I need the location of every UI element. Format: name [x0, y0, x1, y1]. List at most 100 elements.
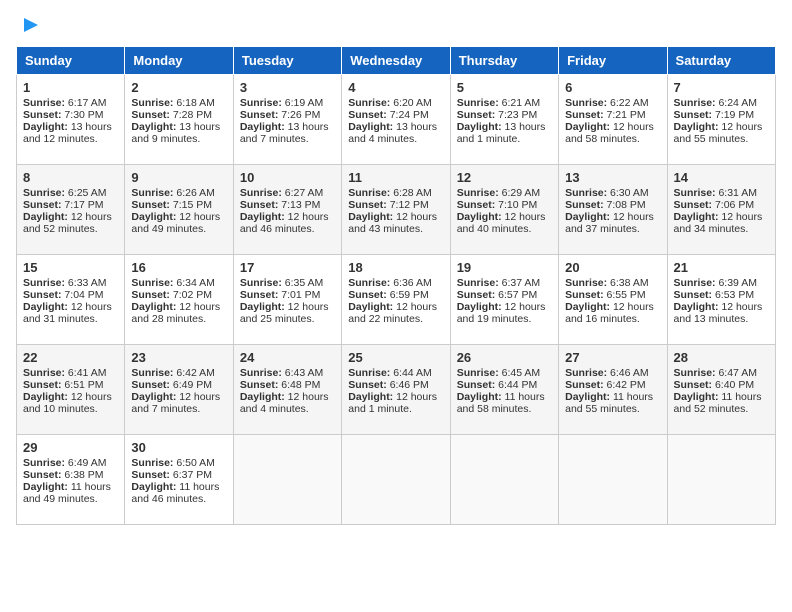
- day-info: Sunset: 7:10 PM: [457, 199, 552, 211]
- day-info: Sunset: 6:42 PM: [565, 379, 660, 391]
- calendar-cell: 12Sunrise: 6:29 AMSunset: 7:10 PMDayligh…: [450, 165, 558, 255]
- day-number: 12: [457, 170, 552, 185]
- day-info: Daylight: 12 hours and 7 minutes.: [131, 391, 226, 415]
- calendar-week-4: 22Sunrise: 6:41 AMSunset: 6:51 PMDayligh…: [17, 345, 776, 435]
- day-info: Sunrise: 6:36 AM: [348, 277, 443, 289]
- day-info: Sunrise: 6:30 AM: [565, 187, 660, 199]
- day-info: Daylight: 12 hours and 28 minutes.: [131, 301, 226, 325]
- calendar-cell: 27Sunrise: 6:46 AMSunset: 6:42 PMDayligh…: [559, 345, 667, 435]
- day-info: Daylight: 11 hours and 58 minutes.: [457, 391, 552, 415]
- day-number: 1: [23, 80, 118, 95]
- day-info: Sunset: 7:15 PM: [131, 199, 226, 211]
- day-info: Sunrise: 6:43 AM: [240, 367, 335, 379]
- day-info: Sunrise: 6:21 AM: [457, 97, 552, 109]
- day-info: Sunset: 6:49 PM: [131, 379, 226, 391]
- day-info: Daylight: 11 hours and 55 minutes.: [565, 391, 660, 415]
- day-info: Sunset: 7:02 PM: [131, 289, 226, 301]
- day-info: Sunrise: 6:35 AM: [240, 277, 335, 289]
- day-info: Sunset: 7:08 PM: [565, 199, 660, 211]
- day-info: Sunset: 7:26 PM: [240, 109, 335, 121]
- day-number: 29: [23, 440, 118, 455]
- day-number: 19: [457, 260, 552, 275]
- page-header: [16, 16, 776, 36]
- day-info: Sunrise: 6:19 AM: [240, 97, 335, 109]
- day-info: Sunset: 6:38 PM: [23, 469, 118, 481]
- day-info: Daylight: 12 hours and 49 minutes.: [131, 211, 226, 235]
- calendar-cell: [559, 435, 667, 525]
- day-info: Sunrise: 6:18 AM: [131, 97, 226, 109]
- calendar-cell: 18Sunrise: 6:36 AMSunset: 6:59 PMDayligh…: [342, 255, 450, 345]
- day-info: Sunrise: 6:28 AM: [348, 187, 443, 199]
- calendar-cell: 3Sunrise: 6:19 AMSunset: 7:26 PMDaylight…: [233, 75, 341, 165]
- day-info: Daylight: 11 hours and 49 minutes.: [23, 481, 118, 505]
- day-info: Sunset: 6:37 PM: [131, 469, 226, 481]
- day-info: Daylight: 13 hours and 1 minute.: [457, 121, 552, 145]
- calendar-cell: 28Sunrise: 6:47 AMSunset: 6:40 PMDayligh…: [667, 345, 775, 435]
- day-info: Sunrise: 6:25 AM: [23, 187, 118, 199]
- day-info: Daylight: 11 hours and 52 minutes.: [674, 391, 769, 415]
- day-number: 20: [565, 260, 660, 275]
- day-info: Sunrise: 6:26 AM: [131, 187, 226, 199]
- calendar-table: SundayMondayTuesdayWednesdayThursdayFrid…: [16, 46, 776, 525]
- day-number: 9: [131, 170, 226, 185]
- day-info: Sunrise: 6:49 AM: [23, 457, 118, 469]
- day-number: 10: [240, 170, 335, 185]
- calendar-cell: 5Sunrise: 6:21 AMSunset: 7:23 PMDaylight…: [450, 75, 558, 165]
- day-info: Sunrise: 6:44 AM: [348, 367, 443, 379]
- day-info: Sunrise: 6:24 AM: [674, 97, 769, 109]
- weekday-header-thursday: Thursday: [450, 47, 558, 75]
- day-info: Daylight: 13 hours and 12 minutes.: [23, 121, 118, 145]
- day-info: Sunrise: 6:27 AM: [240, 187, 335, 199]
- calendar-cell: 21Sunrise: 6:39 AMSunset: 6:53 PMDayligh…: [667, 255, 775, 345]
- calendar-cell: 9 Sunrise: 6:26 AMSunset: 7:15 PMDaylight…: [125, 165, 233, 255]
- calendar-cell: 20Sunrise: 6:38 AMSunset: 6:55 PMDayligh…: [559, 255, 667, 345]
- day-info: Sunrise: 6:41 AM: [23, 367, 118, 379]
- calendar-cell: 11Sunrise: 6:28 AMSunset: 7:12 PMDayligh…: [342, 165, 450, 255]
- calendar-week-1: 1Sunrise: 6:17 AMSunset: 7:30 PMDaylight…: [17, 75, 776, 165]
- day-number: 23: [131, 350, 226, 365]
- day-info: Daylight: 12 hours and 13 minutes.: [674, 301, 769, 325]
- day-info: Sunset: 6:59 PM: [348, 289, 443, 301]
- weekday-header-tuesday: Tuesday: [233, 47, 341, 75]
- day-info: Sunrise: 6:47 AM: [674, 367, 769, 379]
- calendar-cell: 2Sunrise: 6:18 AMSunset: 7:28 PMDaylight…: [125, 75, 233, 165]
- day-number: 18: [348, 260, 443, 275]
- day-number: 7: [674, 80, 769, 95]
- day-info: Sunrise: 6:37 AM: [457, 277, 552, 289]
- calendar-cell: [342, 435, 450, 525]
- day-number: 17: [240, 260, 335, 275]
- calendar-cell: [667, 435, 775, 525]
- day-number: 6: [565, 80, 660, 95]
- day-number: 25: [348, 350, 443, 365]
- calendar-week-5: 29Sunrise: 6:49 AMSunset: 6:38 PMDayligh…: [17, 435, 776, 525]
- calendar-cell: 16Sunrise: 6:34 AMSunset: 7:02 PMDayligh…: [125, 255, 233, 345]
- day-info: Sunrise: 6:42 AM: [131, 367, 226, 379]
- day-info: Daylight: 11 hours and 46 minutes.: [131, 481, 226, 505]
- calendar-cell: 7Sunrise: 6:24 AMSunset: 7:19 PMDaylight…: [667, 75, 775, 165]
- day-info: Daylight: 12 hours and 16 minutes.: [565, 301, 660, 325]
- calendar-cell: 4Sunrise: 6:20 AMSunset: 7:24 PMDaylight…: [342, 75, 450, 165]
- day-info: Sunrise: 6:45 AM: [457, 367, 552, 379]
- weekday-header-monday: Monday: [125, 47, 233, 75]
- weekday-header-saturday: Saturday: [667, 47, 775, 75]
- calendar-week-3: 15Sunrise: 6:33 AMSunset: 7:04 PMDayligh…: [17, 255, 776, 345]
- day-number: 16: [131, 260, 226, 275]
- day-info: Sunrise: 6:29 AM: [457, 187, 552, 199]
- day-info: Sunset: 6:57 PM: [457, 289, 552, 301]
- day-info: Sunrise: 6:46 AM: [565, 367, 660, 379]
- day-info: Daylight: 12 hours and 10 minutes.: [23, 391, 118, 415]
- calendar-cell: 29 Sunrise: 6:49 AMSunset: 6:38 PMDayligh…: [17, 435, 125, 525]
- day-info: Sunset: 7:23 PM: [457, 109, 552, 121]
- day-number: 28: [674, 350, 769, 365]
- calendar-cell: 19Sunrise: 6:37 AMSunset: 6:57 PMDayligh…: [450, 255, 558, 345]
- day-info: Sunrise: 6:22 AM: [565, 97, 660, 109]
- day-info: Daylight: 12 hours and 4 minutes.: [240, 391, 335, 415]
- day-number: 14: [674, 170, 769, 185]
- day-info: Daylight: 12 hours and 52 minutes.: [23, 211, 118, 235]
- day-info: Daylight: 13 hours and 9 minutes.: [131, 121, 226, 145]
- weekday-header-sunday: Sunday: [17, 47, 125, 75]
- day-info: Sunset: 7:12 PM: [348, 199, 443, 211]
- calendar-cell: 24Sunrise: 6:43 AMSunset: 6:48 PMDayligh…: [233, 345, 341, 435]
- day-info: Sunset: 6:53 PM: [674, 289, 769, 301]
- day-info: Sunrise: 6:50 AM: [131, 457, 226, 469]
